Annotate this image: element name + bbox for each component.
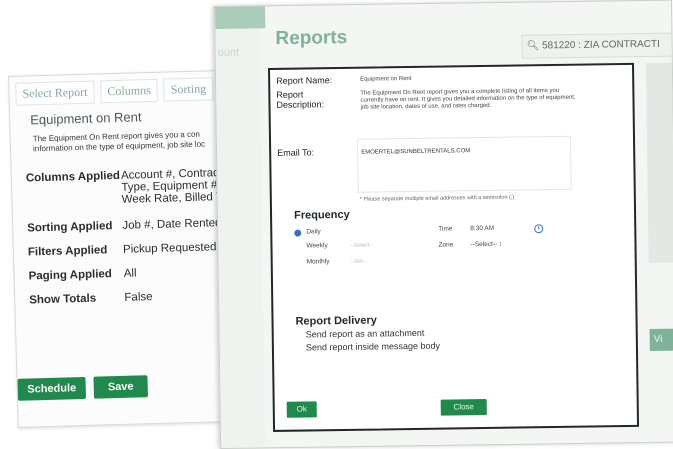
report-description: The Equipment On Rent report gives you a… bbox=[33, 129, 233, 155]
email-to-label: Email To: bbox=[277, 147, 315, 158]
columns-applied-label: Columns Applied bbox=[25, 169, 121, 185]
paging-applied-row: Paging Applied All bbox=[28, 267, 136, 282]
filters-applied-value: Pickup Requested = bbox=[122, 240, 227, 256]
save-button[interactable]: Save bbox=[93, 375, 149, 399]
zone-select[interactable]: --Select-- ↕ bbox=[470, 241, 502, 248]
frequency-daily[interactable]: Daily bbox=[306, 228, 321, 235]
email-to-field[interactable] bbox=[356, 135, 572, 193]
sidebar-tab[interactable] bbox=[215, 6, 266, 29]
filters-applied-label: Filters Applied bbox=[27, 244, 108, 259]
report-delivery-heading: Report Delivery bbox=[295, 314, 377, 328]
show-totals-label: Show Totals bbox=[29, 292, 97, 307]
sorting-applied-value: Job #, Date Rented, bbox=[122, 217, 225, 232]
clock-icon[interactable] bbox=[534, 224, 544, 234]
sorting-applied-row: Sorting Applied Job #, Date Rented, bbox=[27, 217, 225, 235]
report-description-label: Report Description: bbox=[276, 89, 324, 110]
time-label: Time bbox=[438, 225, 453, 233]
report-title: Equipment on Rent bbox=[30, 109, 142, 128]
report-name-label: Report Name: bbox=[276, 75, 333, 86]
tab-sorting[interactable]: Sorting bbox=[163, 77, 214, 102]
report-name-value: Equipment on Rent bbox=[360, 75, 412, 83]
background-table-strip bbox=[645, 62, 673, 263]
schedule-button[interactable]: Schedule bbox=[17, 376, 87, 401]
filters-applied-row: Filters Applied Pickup Requested = bbox=[28, 241, 227, 259]
zone-select-value: --Select-- bbox=[470, 240, 498, 249]
paging-applied-label: Paging Applied bbox=[28, 268, 113, 283]
columns-applied-line: Week Rate, Billed T bbox=[121, 191, 224, 206]
report-description-label-line: Report bbox=[276, 89, 304, 100]
delivery-attachment-option[interactable]: Send report as an attachment bbox=[306, 328, 425, 340]
daily-radio[interactable] bbox=[294, 229, 302, 237]
show-totals-row: Show Totals False bbox=[29, 291, 153, 306]
page-title: Reports bbox=[275, 27, 348, 50]
sidebar: ount bbox=[215, 6, 266, 448]
zone-label: Zone bbox=[438, 241, 454, 249]
report-description-label-line: Description: bbox=[276, 99, 325, 110]
report-summary-panel: Select Report Columns Sorting Equipment … bbox=[8, 69, 248, 428]
columns-applied-value: Account #, Contract Type, Equipment #, W… bbox=[121, 167, 223, 206]
close-button[interactable]: Close bbox=[440, 398, 487, 416]
account-search-value: 581220 : ZIA CONTRACTI bbox=[541, 38, 660, 52]
frequency-heading: Frequency bbox=[293, 208, 350, 222]
delivery-body-option[interactable]: Send report inside message body bbox=[306, 341, 440, 353]
side-action-button[interactable]: Vi bbox=[649, 328, 673, 351]
chevron-down-icon: ↕ bbox=[498, 240, 503, 248]
tab-select-report[interactable]: Select Report bbox=[15, 80, 95, 106]
schedule-report-modal: Report Name: Equipment on Rent Report De… bbox=[268, 62, 640, 432]
paging-applied-value: All bbox=[123, 267, 137, 280]
weekly-select[interactable]: --Select-- bbox=[350, 243, 373, 249]
sorting-applied-label: Sorting Applied bbox=[27, 220, 113, 235]
tab-columns[interactable]: Columns bbox=[100, 78, 159, 104]
email-hint: * Please separate multiple email address… bbox=[359, 194, 515, 203]
account-search[interactable]: 🔍︎ 581220 : ZIA CONTRACTI bbox=[521, 32, 673, 59]
report-tabs: Select Report Columns Sorting bbox=[15, 77, 214, 106]
modal-report-description: The Equipment On Rent report gives you a… bbox=[360, 87, 576, 111]
show-totals-value: False bbox=[124, 291, 153, 304]
frequency-weekly[interactable]: Weekly bbox=[306, 242, 327, 249]
frequency-monthly[interactable]: Monthly bbox=[307, 258, 330, 265]
sidebar-ghost-text: ount bbox=[217, 46, 240, 59]
ok-button[interactable]: Ok bbox=[286, 401, 317, 418]
time-value[interactable]: 8:30 AM bbox=[470, 225, 494, 232]
columns-applied-row: Columns Applied Account #, Contract Type… bbox=[26, 167, 223, 208]
monthly-select[interactable]: --Sel-- bbox=[351, 259, 366, 265]
search-icon: 🔍︎ bbox=[526, 40, 540, 52]
